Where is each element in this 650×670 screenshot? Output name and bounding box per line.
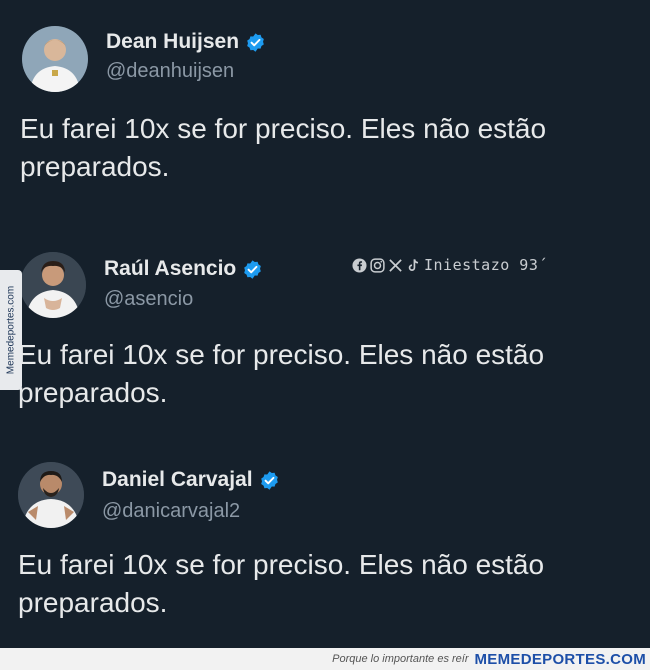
facebook-icon [352, 257, 367, 273]
tweet-text: Eu farei 10x se for preciso. Eles não es… [20, 113, 547, 182]
display-name-row: Dean Huijsen [106, 30, 266, 54]
display-name-row: Daniel Carvajal [102, 468, 280, 492]
avatar[interactable] [18, 462, 84, 528]
verified-badge-icon [260, 470, 278, 490]
footer-slogan: Porque lo importante es reír [332, 653, 469, 665]
side-tab: Memedeportes.com [0, 270, 22, 390]
display-name[interactable]: Dean Huijsen [106, 30, 239, 54]
avatar[interactable] [20, 252, 86, 318]
watermark-text: Iniestazo 93´ [424, 256, 548, 274]
footer-banner: Porque lo importante es reír MEMEDEPORTE… [0, 648, 650, 670]
handle[interactable]: @danicarvajal2 [102, 500, 240, 523]
display-name[interactable]: Raúl Asencio [104, 257, 236, 281]
handle[interactable]: @asencio [104, 288, 193, 311]
avatar[interactable] [22, 26, 88, 92]
handle[interactable]: @deanhuijsen [106, 60, 234, 83]
x-icon [389, 258, 402, 272]
tiktok-icon [408, 258, 419, 271]
verified-badge-icon [244, 259, 262, 279]
tweet-text: Eu farei 10x se for preciso. Eles não es… [18, 549, 545, 618]
display-name-row: Raúl Asencio [104, 257, 263, 281]
display-name[interactable]: Daniel Carvajal [102, 468, 253, 492]
watermark: Iniestazo 93´ [352, 256, 548, 274]
footer-brand[interactable]: MEMEDEPORTES.COM [475, 651, 646, 668]
side-tab-text: Memedeportes.com [5, 285, 17, 375]
tweet-text: Eu farei 10x se for preciso. Eles não es… [18, 339, 545, 408]
verified-badge-icon [247, 32, 264, 52]
instagram-icon [370, 257, 385, 273]
